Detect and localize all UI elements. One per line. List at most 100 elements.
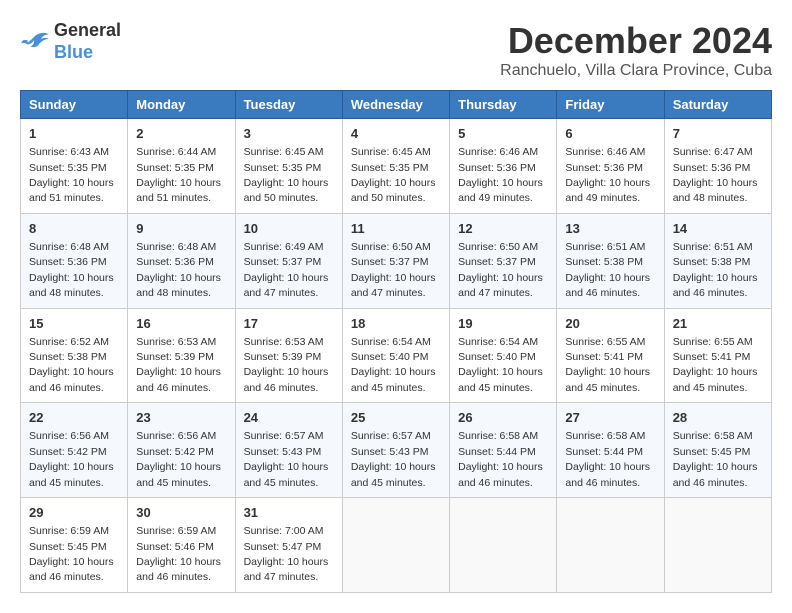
day-number: 8 — [29, 220, 119, 238]
calendar-day-cell: 7 Sunrise: 6:47 AMSunset: 5:36 PMDayligh… — [664, 119, 771, 214]
day-info: Sunrise: 6:55 AMSunset: 5:41 PMDaylight:… — [673, 336, 758, 394]
day-number: 13 — [565, 220, 655, 238]
day-info: Sunrise: 6:50 AMSunset: 5:37 PMDaylight:… — [351, 241, 436, 299]
day-info: Sunrise: 6:59 AMSunset: 5:45 PMDaylight:… — [29, 525, 114, 583]
calendar-day-cell: 11 Sunrise: 6:50 AMSunset: 5:37 PMDaylig… — [342, 213, 449, 308]
day-number: 14 — [673, 220, 763, 238]
logo-line2: Blue — [54, 42, 121, 64]
calendar-week-row: 15 Sunrise: 6:52 AMSunset: 5:38 PMDaylig… — [21, 308, 772, 403]
calendar-table: SundayMondayTuesdayWednesdayThursdayFrid… — [20, 90, 772, 593]
calendar-day-cell: 31 Sunrise: 7:00 AMSunset: 5:47 PMDaylig… — [235, 498, 342, 593]
calendar-day-cell: 24 Sunrise: 6:57 AMSunset: 5:43 PMDaylig… — [235, 403, 342, 498]
logo-line1: General — [54, 20, 121, 42]
calendar-week-row: 22 Sunrise: 6:56 AMSunset: 5:42 PMDaylig… — [21, 403, 772, 498]
day-info: Sunrise: 6:58 AMSunset: 5:44 PMDaylight:… — [565, 430, 650, 488]
day-number: 31 — [244, 504, 334, 522]
day-info: Sunrise: 6:45 AMSunset: 5:35 PMDaylight:… — [244, 146, 329, 204]
calendar-day-cell: 3 Sunrise: 6:45 AMSunset: 5:35 PMDayligh… — [235, 119, 342, 214]
header: General Blue December 2024 Ranchuelo, Vi… — [20, 20, 772, 80]
calendar-day-cell: 16 Sunrise: 6:53 AMSunset: 5:39 PMDaylig… — [128, 308, 235, 403]
calendar-week-row: 1 Sunrise: 6:43 AMSunset: 5:35 PMDayligh… — [21, 119, 772, 214]
calendar-day-cell: 25 Sunrise: 6:57 AMSunset: 5:43 PMDaylig… — [342, 403, 449, 498]
calendar-day-cell: 4 Sunrise: 6:45 AMSunset: 5:35 PMDayligh… — [342, 119, 449, 214]
calendar-day-cell — [557, 498, 664, 593]
calendar-day-cell: 21 Sunrise: 6:55 AMSunset: 5:41 PMDaylig… — [664, 308, 771, 403]
day-number: 22 — [29, 409, 119, 427]
calendar-day-cell: 30 Sunrise: 6:59 AMSunset: 5:46 PMDaylig… — [128, 498, 235, 593]
calendar-day-cell: 2 Sunrise: 6:44 AMSunset: 5:35 PMDayligh… — [128, 119, 235, 214]
day-number: 2 — [136, 125, 226, 143]
day-info: Sunrise: 6:44 AMSunset: 5:35 PMDaylight:… — [136, 146, 221, 204]
day-number: 18 — [351, 315, 441, 333]
day-info: Sunrise: 6:52 AMSunset: 5:38 PMDaylight:… — [29, 336, 114, 394]
logo: General Blue — [20, 20, 121, 63]
calendar-day-cell: 12 Sunrise: 6:50 AMSunset: 5:37 PMDaylig… — [450, 213, 557, 308]
day-info: Sunrise: 6:58 AMSunset: 5:44 PMDaylight:… — [458, 430, 543, 488]
calendar-day-cell: 10 Sunrise: 6:49 AMSunset: 5:37 PMDaylig… — [235, 213, 342, 308]
day-info: Sunrise: 6:51 AMSunset: 5:38 PMDaylight:… — [565, 241, 650, 299]
day-info: Sunrise: 6:54 AMSunset: 5:40 PMDaylight:… — [351, 336, 436, 394]
calendar-day-cell: 23 Sunrise: 6:56 AMSunset: 5:42 PMDaylig… — [128, 403, 235, 498]
day-number: 26 — [458, 409, 548, 427]
weekday-header: Saturday — [664, 91, 771, 119]
weekday-header: Thursday — [450, 91, 557, 119]
calendar-day-cell: 8 Sunrise: 6:48 AMSunset: 5:36 PMDayligh… — [21, 213, 128, 308]
weekday-header: Tuesday — [235, 91, 342, 119]
day-number: 15 — [29, 315, 119, 333]
day-info: Sunrise: 6:58 AMSunset: 5:45 PMDaylight:… — [673, 430, 758, 488]
location-title: Ranchuelo, Villa Clara Province, Cuba — [500, 62, 772, 80]
day-number: 27 — [565, 409, 655, 427]
day-info: Sunrise: 6:45 AMSunset: 5:35 PMDaylight:… — [351, 146, 436, 204]
day-info: Sunrise: 6:57 AMSunset: 5:43 PMDaylight:… — [244, 430, 329, 488]
calendar-day-cell: 20 Sunrise: 6:55 AMSunset: 5:41 PMDaylig… — [557, 308, 664, 403]
weekday-header: Sunday — [21, 91, 128, 119]
weekday-header: Wednesday — [342, 91, 449, 119]
day-info: Sunrise: 6:53 AMSunset: 5:39 PMDaylight:… — [244, 336, 329, 394]
day-info: Sunrise: 6:53 AMSunset: 5:39 PMDaylight:… — [136, 336, 221, 394]
day-number: 29 — [29, 504, 119, 522]
day-number: 7 — [673, 125, 763, 143]
calendar-week-row: 29 Sunrise: 6:59 AMSunset: 5:45 PMDaylig… — [21, 498, 772, 593]
day-info: Sunrise: 6:51 AMSunset: 5:38 PMDaylight:… — [673, 241, 758, 299]
day-number: 4 — [351, 125, 441, 143]
calendar-day-cell: 22 Sunrise: 6:56 AMSunset: 5:42 PMDaylig… — [21, 403, 128, 498]
day-number: 1 — [29, 125, 119, 143]
calendar-day-cell: 18 Sunrise: 6:54 AMSunset: 5:40 PMDaylig… — [342, 308, 449, 403]
calendar-day-cell: 9 Sunrise: 6:48 AMSunset: 5:36 PMDayligh… — [128, 213, 235, 308]
day-number: 30 — [136, 504, 226, 522]
day-info: Sunrise: 6:47 AMSunset: 5:36 PMDaylight:… — [673, 146, 758, 204]
calendar-header-row: SundayMondayTuesdayWednesdayThursdayFrid… — [21, 91, 772, 119]
day-number: 28 — [673, 409, 763, 427]
day-info: Sunrise: 6:46 AMSunset: 5:36 PMDaylight:… — [458, 146, 543, 204]
day-number: 17 — [244, 315, 334, 333]
day-number: 9 — [136, 220, 226, 238]
day-number: 25 — [351, 409, 441, 427]
weekday-header: Monday — [128, 91, 235, 119]
calendar-day-cell: 15 Sunrise: 6:52 AMSunset: 5:38 PMDaylig… — [21, 308, 128, 403]
calendar-day-cell: 28 Sunrise: 6:58 AMSunset: 5:45 PMDaylig… — [664, 403, 771, 498]
calendar-day-cell: 26 Sunrise: 6:58 AMSunset: 5:44 PMDaylig… — [450, 403, 557, 498]
calendar-day-cell: 13 Sunrise: 6:51 AMSunset: 5:38 PMDaylig… — [557, 213, 664, 308]
day-number: 11 — [351, 220, 441, 238]
day-number: 21 — [673, 315, 763, 333]
calendar-day-cell: 17 Sunrise: 6:53 AMSunset: 5:39 PMDaylig… — [235, 308, 342, 403]
day-number: 6 — [565, 125, 655, 143]
month-title: December 2024 — [500, 20, 772, 62]
day-number: 23 — [136, 409, 226, 427]
day-info: Sunrise: 6:59 AMSunset: 5:46 PMDaylight:… — [136, 525, 221, 583]
day-info: Sunrise: 6:49 AMSunset: 5:37 PMDaylight:… — [244, 241, 329, 299]
day-number: 5 — [458, 125, 548, 143]
calendar-day-cell — [342, 498, 449, 593]
title-section: December 2024 Ranchuelo, Villa Clara Pro… — [500, 20, 772, 80]
day-info: Sunrise: 6:48 AMSunset: 5:36 PMDaylight:… — [29, 241, 114, 299]
day-info: Sunrise: 6:50 AMSunset: 5:37 PMDaylight:… — [458, 241, 543, 299]
day-number: 10 — [244, 220, 334, 238]
calendar-day-cell — [664, 498, 771, 593]
calendar-day-cell: 1 Sunrise: 6:43 AMSunset: 5:35 PMDayligh… — [21, 119, 128, 214]
calendar-day-cell: 5 Sunrise: 6:46 AMSunset: 5:36 PMDayligh… — [450, 119, 557, 214]
day-info: Sunrise: 6:56 AMSunset: 5:42 PMDaylight:… — [136, 430, 221, 488]
day-info: Sunrise: 6:46 AMSunset: 5:36 PMDaylight:… — [565, 146, 650, 204]
calendar-day-cell: 14 Sunrise: 6:51 AMSunset: 5:38 PMDaylig… — [664, 213, 771, 308]
calendar-day-cell: 29 Sunrise: 6:59 AMSunset: 5:45 PMDaylig… — [21, 498, 128, 593]
day-info: Sunrise: 6:48 AMSunset: 5:36 PMDaylight:… — [136, 241, 221, 299]
